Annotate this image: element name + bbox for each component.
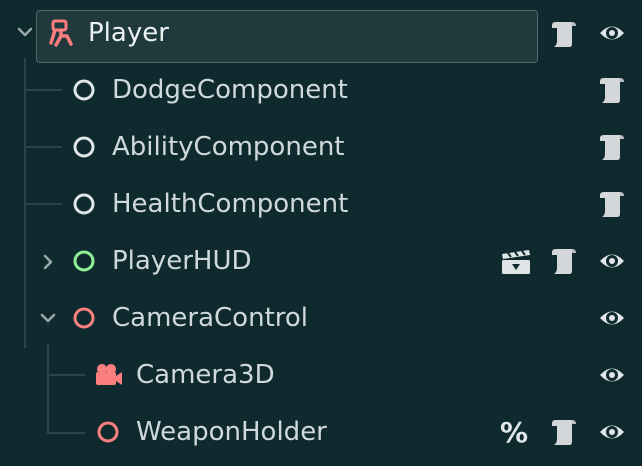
node-label: PlayerHUD: [112, 246, 252, 276]
node-label: Camera3D: [136, 360, 275, 390]
script-icon[interactable]: [598, 132, 626, 162]
person-icon: [47, 19, 75, 47]
instance-clapper-icon[interactable]: [500, 249, 532, 275]
node-label: AbilityComponent: [112, 132, 345, 162]
script-icon[interactable]: [550, 19, 578, 49]
node-label: Player: [88, 18, 169, 48]
tree-item-camera3d[interactable]: Camera3D: [0, 347, 642, 404]
node-label: DodgeComponent: [112, 75, 348, 105]
camera-icon: [94, 362, 124, 388]
scene-tree-panel: Player DodgeComponent AbilityComponent H…: [0, 0, 642, 466]
node-circle-icon: [72, 192, 96, 216]
script-icon[interactable]: [598, 75, 626, 105]
chevron-down-icon[interactable]: [40, 312, 56, 324]
node-label: WeaponHolder: [136, 417, 327, 447]
visibility-eye-icon[interactable]: [598, 249, 626, 273]
tree-item-camera-control[interactable]: CameraControl: [0, 290, 642, 347]
tree-item-ability-component[interactable]: AbilityComponent: [0, 119, 642, 176]
chevron-down-icon[interactable]: [17, 26, 33, 38]
node-label: HealthComponent: [112, 189, 349, 219]
tree-item-weapon-holder[interactable]: WeaponHolder %: [0, 404, 642, 461]
visibility-eye-icon[interactable]: [598, 21, 626, 45]
unique-name-marker[interactable]: %: [500, 404, 528, 461]
node-label: CameraControl: [112, 303, 309, 333]
control-circle-icon: [72, 249, 96, 273]
script-icon[interactable]: [598, 189, 626, 219]
visibility-eye-icon[interactable]: [598, 306, 626, 330]
visibility-eye-icon[interactable]: [598, 420, 626, 444]
tree-item-health-component[interactable]: HealthComponent: [0, 176, 642, 233]
node3d-circle-icon: [96, 420, 120, 444]
node3d-circle-icon: [72, 306, 96, 330]
node-circle-icon: [72, 135, 96, 159]
script-icon[interactable]: [550, 417, 578, 447]
tree-item-player-hud[interactable]: PlayerHUD: [0, 233, 642, 290]
chevron-right-icon[interactable]: [42, 254, 54, 270]
tree-item-dodge-component[interactable]: DodgeComponent: [0, 62, 642, 119]
script-icon[interactable]: [550, 246, 578, 276]
node-circle-icon: [72, 78, 96, 102]
visibility-eye-icon[interactable]: [598, 363, 626, 387]
tree-item-player[interactable]: Player: [0, 5, 642, 63]
